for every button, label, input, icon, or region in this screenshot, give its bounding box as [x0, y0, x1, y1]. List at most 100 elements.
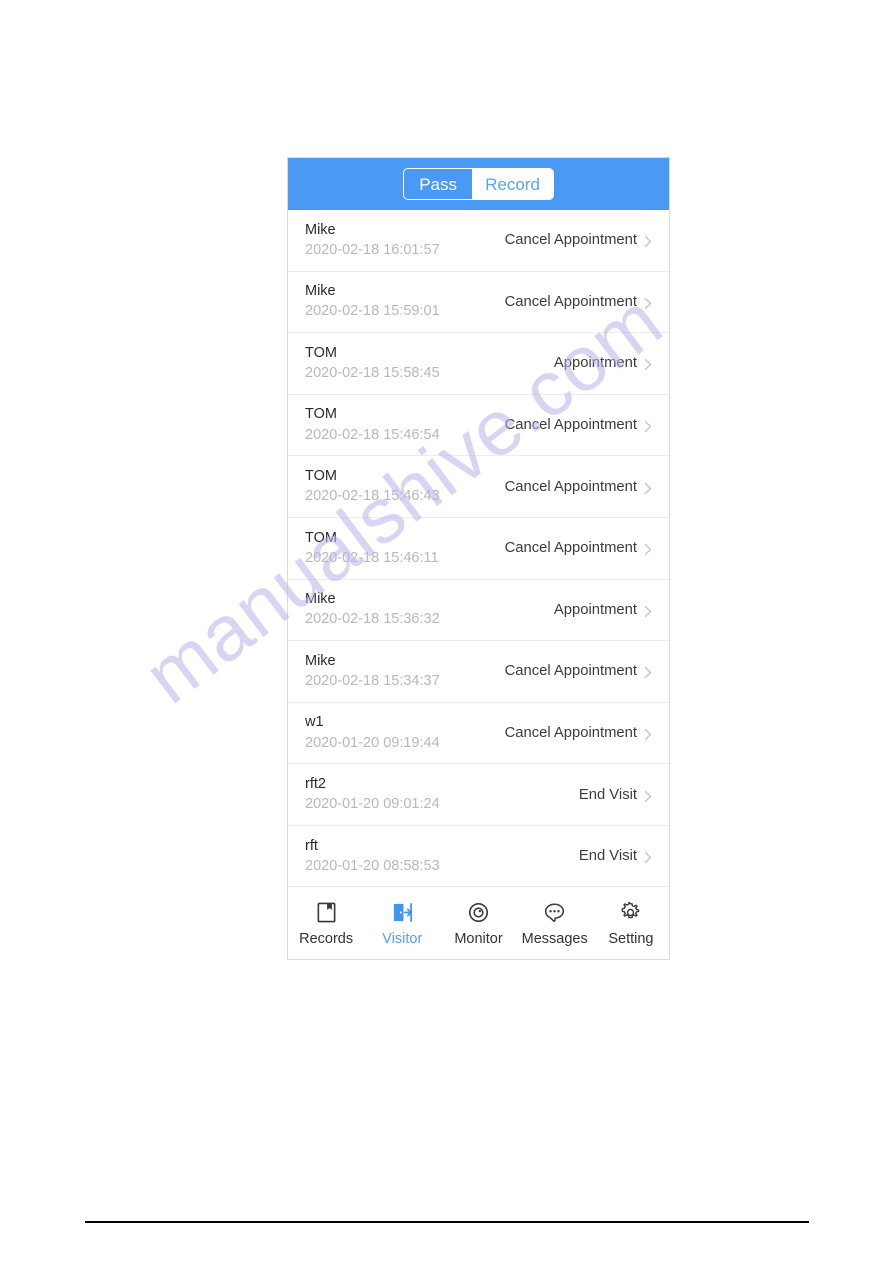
segmented-control[interactable]: Pass Record	[403, 168, 554, 200]
table-row[interactable]: Mike 2020-02-18 16:01:57 Cancel Appointm…	[288, 210, 669, 272]
visitor-name: TOM	[305, 344, 337, 361]
row-action-label: End Visit	[578, 786, 637, 803]
tab-setting[interactable]: Setting	[593, 899, 669, 947]
tab-messages[interactable]: Messages	[517, 899, 593, 947]
visit-timestamp: 2020-02-18 15:58:45	[305, 364, 440, 381]
row-action-label: Appointment	[553, 355, 637, 372]
visitor-name: rft2	[305, 775, 326, 792]
row-action-label: Cancel Appointment	[504, 540, 637, 557]
visitor-name: TOM	[305, 529, 337, 546]
bottom-tab-bar: Records Visitor Monitor Messages Setting	[288, 886, 669, 959]
table-row[interactable]: TOM 2020-02-18 15:58:45 Appointment	[288, 333, 669, 395]
tab-visitor[interactable]: Visitor	[364, 899, 440, 947]
tab-records-label: Records	[299, 931, 354, 948]
gear-icon	[618, 899, 644, 925]
visit-timestamp: 2020-02-18 15:46:43	[305, 488, 440, 505]
row-primary: w1 2020-01-20 09:19:44	[305, 714, 440, 751]
camera-target-icon	[466, 899, 492, 925]
tab-setting-label: Setting	[608, 931, 654, 948]
table-row[interactable]: TOM 2020-02-18 15:46:54 Cancel Appointme…	[288, 394, 669, 457]
row-primary: TOM 2020-02-18 15:46:43	[305, 467, 440, 505]
table-row[interactable]: rft 2020-01-20 08:58:53 End Visit	[288, 825, 669, 886]
table-row[interactable]: Mike 2020-02-18 15:34:37 Cancel Appointm…	[288, 641, 669, 703]
chevron-right-icon	[643, 358, 653, 371]
row-primary: Mike 2020-02-18 15:59:01	[305, 283, 440, 320]
tab-records[interactable]: Records	[288, 899, 364, 947]
row-primary: Mike 2020-02-18 16:01:57	[305, 221, 440, 258]
table-row[interactable]: w1 2020-01-20 09:19:44 Cancel Appointmen…	[288, 702, 669, 765]
visitor-name: TOM	[305, 467, 337, 484]
tab-monitor[interactable]: Monitor	[440, 899, 516, 947]
visitor-name: Mike	[305, 221, 336, 238]
phone-screen: Pass Record Mike 2020-02-18 16:01:57 Can…	[287, 157, 670, 960]
tab-messages-label: Messages	[521, 931, 588, 948]
segment-record[interactable]: Record	[472, 169, 553, 199]
chevron-right-icon	[643, 235, 653, 248]
visitor-name: rft	[305, 837, 318, 854]
row-action-group[interactable]: Appointment	[554, 355, 653, 371]
visitor-name: w1	[305, 714, 324, 731]
table-row[interactable]: TOM 2020-02-18 15:46:43 Cancel Appointme…	[288, 456, 669, 518]
table-row[interactable]: TOM 2020-02-18 15:46:11 Cancel Appointme…	[288, 517, 669, 580]
page-bottom-rule	[85, 1221, 809, 1223]
row-action-label: End Visit	[578, 848, 637, 865]
row-action-group[interactable]: Cancel Appointment	[505, 540, 653, 556]
tab-visitor-label: Visitor	[382, 931, 423, 948]
row-primary: rft2 2020-01-20 09:01:24	[305, 775, 440, 813]
visit-timestamp: 2020-01-20 08:58:53	[305, 857, 440, 874]
row-action-label: Cancel Appointment	[504, 663, 637, 680]
row-action-label: Cancel Appointment	[504, 725, 637, 742]
row-primary: TOM 2020-02-18 15:58:45	[305, 344, 440, 381]
chevron-right-icon	[643, 666, 653, 679]
row-action-group[interactable]: End Visit	[579, 848, 653, 864]
table-row[interactable]: rft2 2020-01-20 09:01:24 End Visit	[288, 764, 669, 826]
row-action-group[interactable]: Cancel Appointment	[505, 417, 653, 433]
row-action-label: Appointment	[553, 601, 637, 618]
chevron-right-icon	[643, 605, 653, 617]
chevron-right-icon	[643, 543, 653, 556]
row-action-group[interactable]: Cancel Appointment	[505, 294, 653, 310]
tab-monitor-label: Monitor	[454, 931, 503, 948]
chevron-right-icon	[643, 728, 653, 741]
visit-timestamp: 2020-02-18 16:01:57	[305, 241, 440, 258]
visit-timestamp: 2020-02-18 15:46:11	[305, 549, 439, 566]
row-primary: TOM 2020-02-18 15:46:11	[305, 529, 439, 566]
table-row[interactable]: Mike 2020-02-18 15:36:32 Appointment	[288, 579, 669, 642]
row-action-group[interactable]: Cancel Appointment	[505, 663, 653, 679]
row-action-label: Cancel Appointment	[504, 293, 637, 310]
visit-timestamp: 2020-02-18 15:36:32	[305, 611, 440, 628]
row-primary: rft 2020-01-20 08:58:53	[305, 837, 440, 874]
row-primary: Mike 2020-02-18 15:34:37	[305, 652, 440, 689]
visitor-name: Mike	[305, 591, 336, 608]
record-list[interactable]: Mike 2020-02-18 16:01:57 Cancel Appointm…	[288, 210, 669, 886]
row-action-group[interactable]: Cancel Appointment	[505, 479, 653, 495]
row-action-group[interactable]: Appointment	[554, 602, 653, 618]
chevron-right-icon	[643, 851, 653, 864]
door-exit-icon	[389, 899, 415, 925]
chevron-right-icon	[643, 482, 653, 494]
row-primary: Mike 2020-02-18 15:36:32	[305, 591, 440, 628]
chevron-right-icon	[643, 297, 653, 309]
chat-bubble-icon	[542, 899, 568, 925]
visit-timestamp: 2020-01-20 09:01:24	[305, 796, 440, 813]
row-action-label: Cancel Appointment	[504, 417, 637, 434]
visit-timestamp: 2020-01-20 09:19:44	[305, 734, 440, 751]
row-action-label: Cancel Appointment	[504, 232, 637, 249]
row-action-group[interactable]: Cancel Appointment	[505, 725, 653, 741]
visitor-name: Mike	[305, 652, 336, 669]
visit-timestamp: 2020-02-18 15:46:54	[305, 426, 440, 443]
chevron-right-icon	[643, 790, 653, 802]
table-row[interactable]: Mike 2020-02-18 15:59:01 Cancel Appointm…	[288, 271, 669, 334]
row-action-group[interactable]: Cancel Appointment	[505, 232, 653, 248]
visit-timestamp: 2020-02-18 15:34:37	[305, 672, 440, 689]
book-icon	[313, 899, 339, 925]
segment-pass[interactable]: Pass	[404, 169, 472, 199]
row-action-label: Cancel Appointment	[504, 478, 637, 495]
row-primary: TOM 2020-02-18 15:46:54	[305, 406, 440, 443]
row-action-group[interactable]: End Visit	[579, 787, 653, 803]
visitor-name: TOM	[305, 406, 337, 423]
visitor-name: Mike	[305, 283, 336, 300]
app-header: Pass Record	[288, 158, 669, 210]
chevron-right-icon	[643, 420, 653, 433]
visit-timestamp: 2020-02-18 15:59:01	[305, 303, 440, 320]
